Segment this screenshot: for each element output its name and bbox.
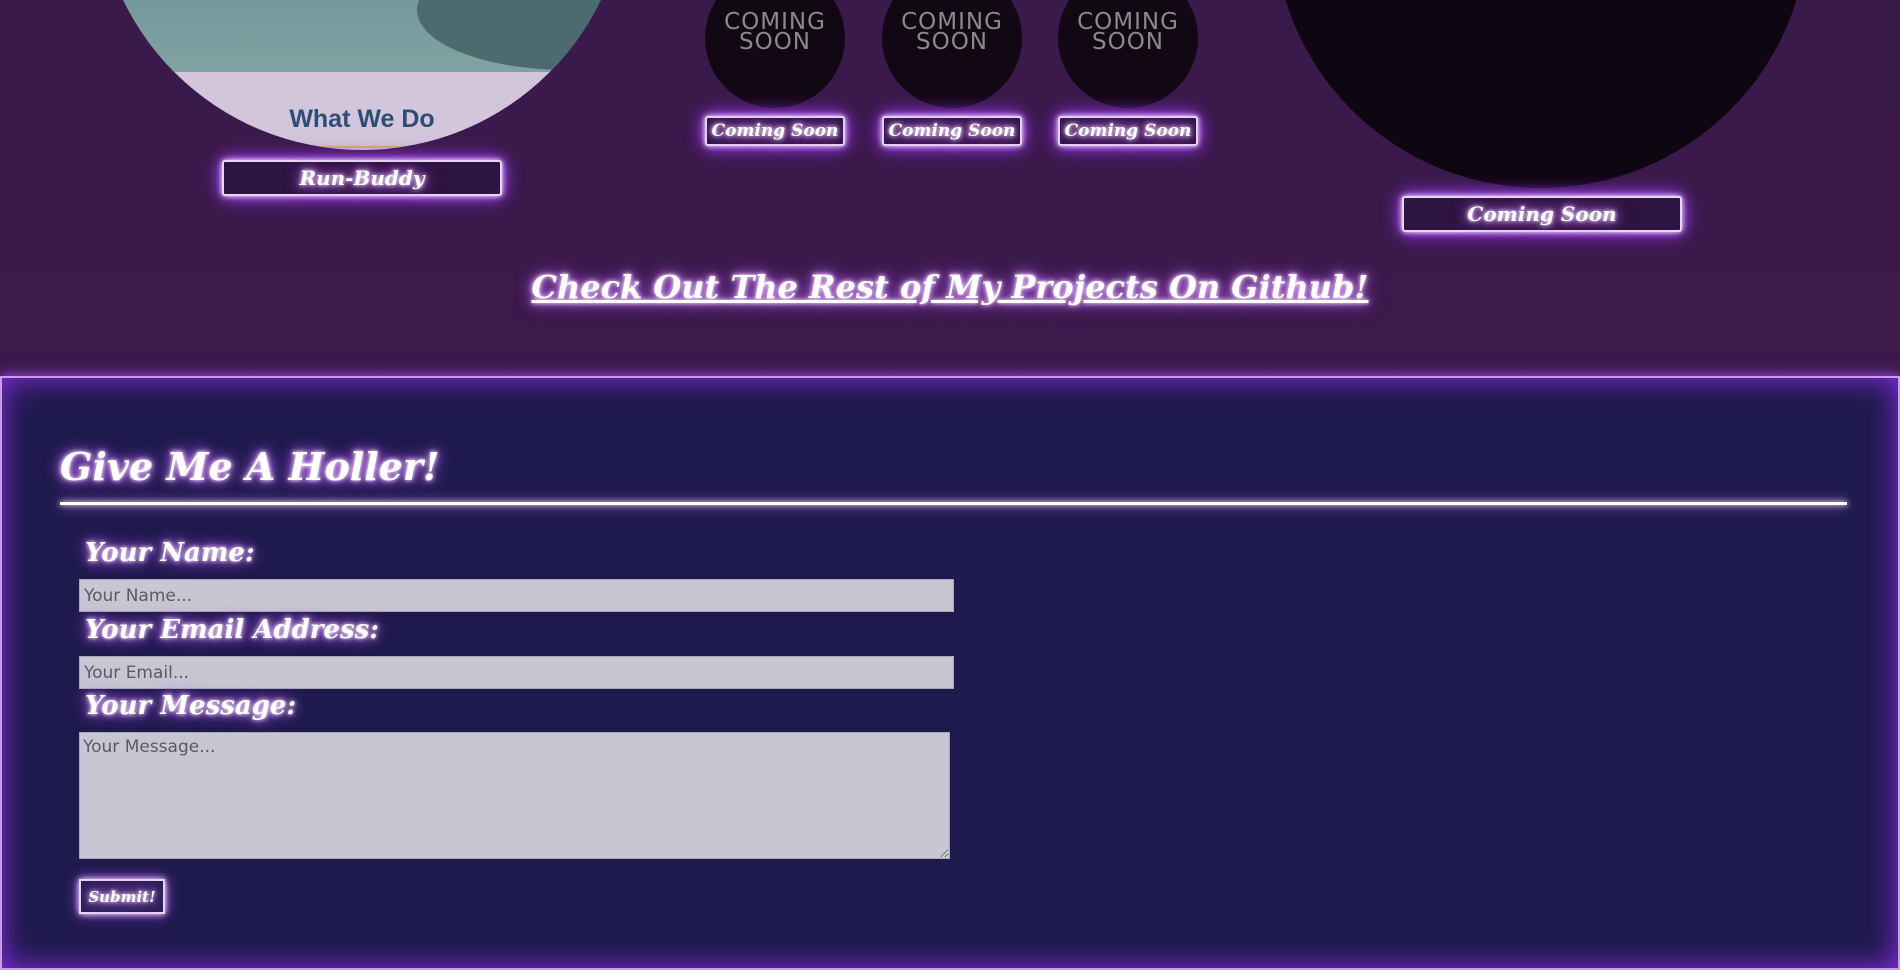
thumbnail-caption: What We Do [289, 105, 435, 133]
run-buddy-button[interactable]: Run-Buddy [222, 160, 502, 196]
large-coming-soon-thumbnail[interactable] [1274, 0, 1808, 188]
coming-soon-button-2[interactable]: Coming Soon [882, 116, 1022, 146]
github-link[interactable]: Check Out The Rest of My Projects On Git… [0, 268, 1900, 306]
project-screenshot-image [97, 0, 627, 72]
large-coming-soon-button[interactable]: Coming Soon [1402, 196, 1682, 232]
message-textarea[interactable] [79, 732, 950, 859]
coming-soon-image-text: COMING SOON [724, 9, 826, 55]
coming-soon-thumbnail-1[interactable]: COMING SOON [705, 0, 845, 108]
coming-soon-image-text: COMING SOON [1077, 9, 1179, 55]
contact-divider [60, 502, 1847, 505]
caption-underline [297, 146, 427, 148]
contact-title: Give Me A Holler! [60, 444, 440, 489]
submit-button[interactable]: Submit! [79, 879, 165, 914]
coming-soon-button-1[interactable]: Coming Soon [705, 116, 845, 146]
contact-section: Give Me A Holler! Your Name: Your Email … [0, 376, 1900, 970]
coming-soon-image-text: COMING SOON [901, 9, 1003, 55]
coming-soon-thumbnail-3[interactable]: COMING SOON [1058, 0, 1198, 108]
image-wave-shape [417, 0, 627, 70]
email-label: Your Email Address: [85, 615, 379, 645]
name-label: Your Name: [85, 538, 255, 568]
coming-soon-button-3[interactable]: Coming Soon [1058, 116, 1198, 146]
message-label: Your Message: [85, 691, 297, 721]
email-input[interactable] [79, 656, 954, 689]
name-input[interactable] [79, 579, 954, 612]
run-buddy-thumbnail[interactable]: What We Do [97, 0, 627, 150]
projects-section: What We Do Run-Buddy COMING SOON Coming … [0, 0, 1900, 376]
coming-soon-thumbnail-2[interactable]: COMING SOON [882, 0, 1022, 108]
